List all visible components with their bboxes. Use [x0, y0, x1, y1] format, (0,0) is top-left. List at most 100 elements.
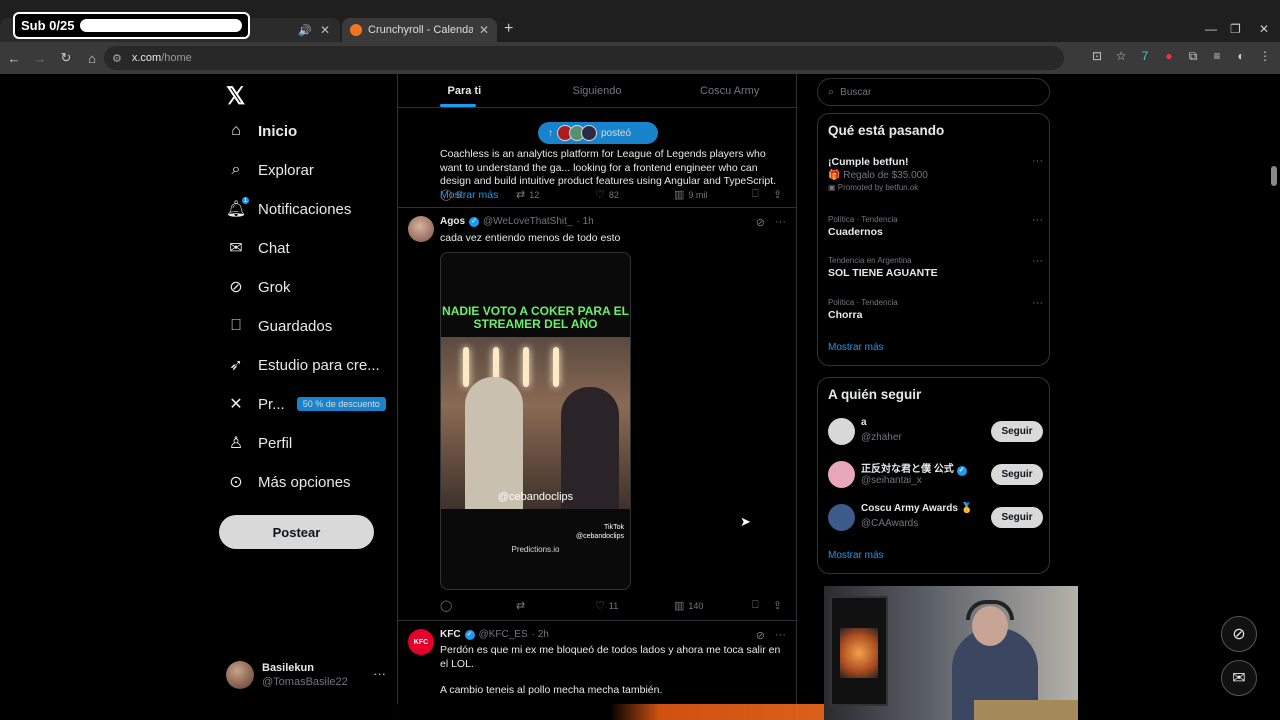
reply-button[interactable]: ◯ 5	[440, 188, 461, 201]
tweet[interactable]: Agos ✓ @WeLoveThatShit_ · 1h ⊘ ··· cada …	[398, 208, 796, 621]
new-tab-button[interactable]: +	[504, 20, 513, 38]
author-name[interactable]: Agos	[440, 216, 465, 227]
rocket-icon: ➶	[229, 357, 243, 374]
extensions-puzzle-icon[interactable]: ⧉	[1186, 49, 1200, 64]
post-button[interactable]: Postear	[219, 515, 374, 549]
sidebar-item-inicio[interactable]: ⌂ Inicio	[226, 113, 297, 149]
who-to-follow-card: A quién seguir a @zhaher Seguir 正反対な君と僕 …	[817, 377, 1050, 574]
sidebar-item-premium[interactable]: ✕ Pr... 50 % de descuento	[226, 386, 386, 422]
views-button[interactable]: ▥ 140	[674, 599, 703, 612]
repost-button[interactable]: ⇄ 12	[516, 188, 539, 201]
reply-button[interactable]: ◯	[440, 599, 456, 612]
bookmark-button[interactable]: ⎕	[752, 188, 759, 201]
tab-siguiendo[interactable]: Siguiendo	[531, 74, 664, 107]
x-logo-icon[interactable]: 𝕏	[226, 82, 245, 111]
home-icon[interactable]: ⌂	[80, 51, 104, 66]
sidebar-item-label: Más opciones	[258, 473, 351, 491]
follow-button[interactable]: Seguir	[991, 507, 1043, 528]
trend-item[interactable]: Tendencia en Argentina SOL TIENE AGUANTE…	[828, 255, 1043, 280]
close-tab-icon[interactable]: ✕	[320, 23, 330, 37]
sidebar-item-notificaciones[interactable]: 🔔︎ 1 Notificaciones	[226, 191, 351, 227]
tweet-time[interactable]: · 1h	[576, 216, 593, 227]
tweet-actions: ◯ ⇄ ♡ 11 ▥ 140 ⎕ ⇪	[440, 599, 790, 613]
profile-icon[interactable]: ◐	[1234, 49, 1248, 64]
verified-badge-icon: ✓	[956, 466, 967, 476]
tab-para-ti[interactable]: Para ti	[398, 74, 531, 107]
follow-suggestion[interactable]: Coscu Army Awards 🥇 @CAAwards Seguir	[828, 502, 1043, 532]
more-dots-icon[interactable]: ···	[1032, 155, 1043, 167]
avatar[interactable]	[828, 418, 855, 445]
extension-7tv-icon[interactable]: 7	[1138, 49, 1152, 64]
install-app-icon[interactable]: ⊡	[1090, 49, 1104, 64]
browser-tab-crunchyroll[interactable]: Crunchyroll - Calendario de em ✕	[342, 18, 497, 42]
messages-floating-button[interactable]: ✉	[1221, 660, 1257, 696]
sidebar-item-perfil[interactable]: ♙ Perfil	[226, 425, 292, 461]
share-button[interactable]: ⇪	[773, 188, 782, 201]
new-posts-pill[interactable]: ↑ posteó	[538, 122, 658, 144]
more-dots-icon[interactable]: ···	[775, 629, 786, 642]
like-button[interactable]: ♡ 82	[595, 188, 619, 201]
sidebar-item-mas-opciones[interactable]: ⊙ Más opciones	[226, 464, 351, 500]
search-box[interactable]: ⌕	[817, 78, 1050, 106]
trend-item[interactable]: Política · Tendencia Cuadernos ···	[828, 214, 1043, 239]
sidebar-item-chat[interactable]: ✉ Chat	[226, 230, 289, 266]
forward-arrow-icon[interactable]: →	[28, 51, 52, 66]
sidebar-item-estudio[interactable]: ➶ Estudio para cre...	[226, 347, 379, 383]
more-dots-icon[interactable]: ···	[373, 666, 386, 681]
tab-coscu-army[interactable]: Coscu Army	[663, 74, 796, 107]
follow-suggestion[interactable]: a @zhaher Seguir	[828, 416, 1043, 446]
sidebar-item-explorar[interactable]: ⌕ Explorar	[226, 152, 314, 188]
trend-subtitle-text: Regalo de $35.000	[843, 170, 928, 181]
back-arrow-icon[interactable]: ←	[2, 51, 26, 66]
views-button[interactable]: ▥ 9 mil	[674, 188, 707, 201]
sidebar-item-label: Guardados	[258, 317, 333, 335]
window-close-icon[interactable]: ✕	[1259, 22, 1269, 36]
grok-icon[interactable]: ⊘	[756, 216, 765, 229]
follow-button[interactable]: Seguir	[991, 421, 1043, 442]
account-switcher[interactable]: Basilekun @TomasBasile22 ···	[226, 658, 386, 692]
sidebar-item-grok[interactable]: ⊘ Grok	[226, 269, 290, 305]
home-icon: ⌂	[231, 122, 241, 139]
like-button[interactable]: ♡ 11	[595, 599, 618, 612]
follow-suggestion[interactable]: 正反対な君と僕 公式 ✓ @seihantai_x Seguir	[828, 459, 1043, 489]
close-tab-icon[interactable]: ✕	[479, 23, 489, 37]
search-input[interactable]	[840, 86, 1031, 98]
kfc-avatar[interactable]: KFC	[408, 629, 434, 655]
sidebar-item-guardados[interactable]: ⎕ Guardados	[226, 308, 332, 344]
more-dots-icon[interactable]: ···	[775, 216, 786, 229]
author-name[interactable]: KFC	[440, 629, 461, 640]
bookmark-star-icon[interactable]: ☆	[1114, 49, 1128, 64]
author-handle[interactable]: @WeLoveThatShit_	[483, 216, 572, 227]
speaker-icon[interactable]: 🔊	[298, 24, 312, 37]
author-handle[interactable]: @KFC_ES	[479, 629, 528, 640]
address-bar[interactable]: ⚙ x.com/home	[104, 46, 1064, 70]
video-caption: NADIE VOTO A COKER PARA EL STREAMER DEL …	[442, 304, 629, 331]
page-scrollbar[interactable]	[1271, 166, 1277, 186]
more-dots-icon[interactable]: ···	[1032, 255, 1043, 267]
extension-red-icon[interactable]: ●	[1162, 49, 1176, 64]
site-info-icon[interactable]: ⚙	[112, 52, 122, 65]
minimize-icon[interactable]: —	[1205, 22, 1217, 36]
share-button[interactable]: ⇪	[773, 599, 782, 612]
tweet-video[interactable]: NADIE VOTO A COKER PARA EL STREAMER DEL …	[440, 252, 631, 590]
repost-button[interactable]: ⇄	[516, 599, 529, 612]
avatar[interactable]	[408, 216, 434, 242]
maximize-icon[interactable]: ❐	[1230, 22, 1241, 36]
avatar[interactable]	[828, 504, 855, 531]
reload-icon[interactable]: ↻	[54, 50, 78, 66]
more-dots-icon[interactable]: ···	[1032, 297, 1043, 309]
avatar[interactable]	[828, 461, 855, 488]
show-more-trends-link[interactable]: Mostrar más	[828, 342, 884, 353]
grok-floating-button[interactable]: ⊘	[1221, 616, 1257, 652]
trend-item[interactable]: Política · Tendencia Chorra ···	[828, 297, 1043, 322]
browser-menu-icon[interactable]: ⋮	[1258, 49, 1272, 64]
show-more-follow-link[interactable]: Mostrar más	[828, 550, 884, 561]
bookmark-button[interactable]: ⎕	[752, 599, 759, 612]
tweet-time[interactable]: · 2h	[532, 629, 549, 640]
trend-item[interactable]: ¡Cumple betfun! 🎁 Regalo de $35.000 ▣ Pr…	[828, 155, 1043, 194]
more-dots-icon[interactable]: ···	[1032, 214, 1043, 226]
follow-button[interactable]: Seguir	[991, 464, 1043, 485]
media-controls-icon[interactable]: ≡	[1210, 49, 1224, 64]
grok-icon[interactable]: ⊘	[756, 629, 765, 642]
search-icon: ⌕	[828, 85, 835, 98]
